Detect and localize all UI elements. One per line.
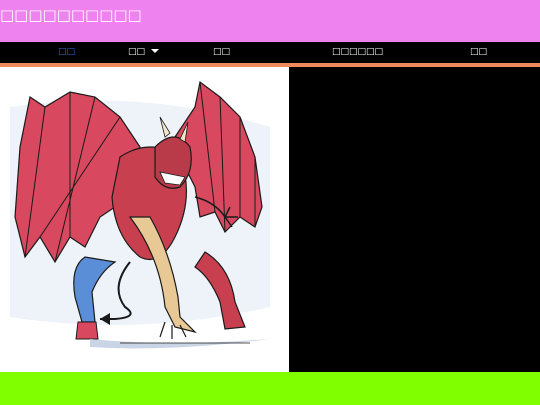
nav-item-5[interactable]: □□ bbox=[470, 42, 487, 63]
demon-illustration bbox=[0, 67, 289, 372]
artwork-image bbox=[0, 67, 289, 372]
nav-item-dropdown-label: □□ bbox=[128, 47, 146, 57]
site-header: □□□□□□□□□□ bbox=[0, 0, 540, 42]
nav-item-4[interactable]: □□□□□□ bbox=[332, 42, 383, 63]
site-title[interactable]: □□□□□□□□□□ bbox=[0, 6, 142, 24]
site-footer bbox=[0, 372, 540, 405]
nav-item-3[interactable]: □□ bbox=[213, 42, 230, 63]
main-content bbox=[0, 67, 540, 372]
nav-item-home[interactable]: □□ bbox=[58, 42, 75, 63]
nav-item-dropdown[interactable]: □□ bbox=[128, 42, 160, 63]
main-nav: □□ □□ □□ □□□□□□ □□ bbox=[0, 42, 540, 63]
chevron-down-icon bbox=[151, 48, 160, 53]
